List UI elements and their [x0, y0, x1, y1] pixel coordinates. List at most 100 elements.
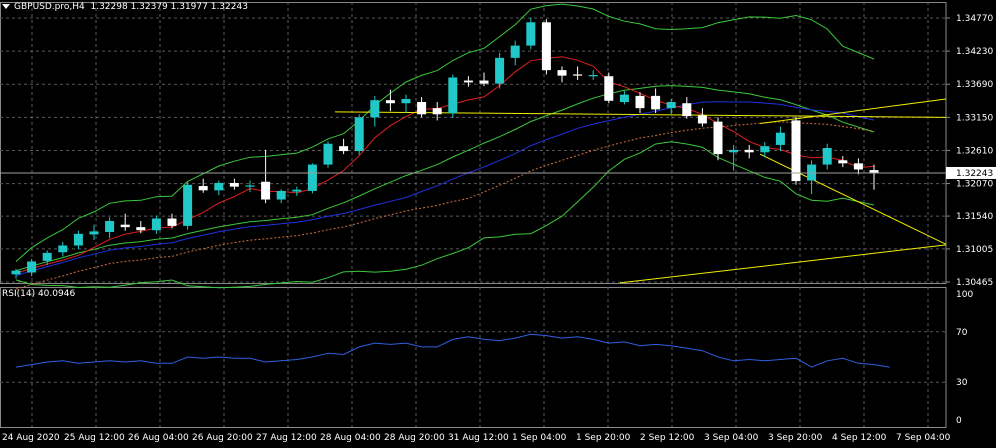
- bollinger-middle-line: [15, 85, 875, 272]
- symbol-label: GBPUSD.pro,H4: [14, 2, 85, 12]
- candle-body: [432, 108, 442, 115]
- trendline-down: [759, 153, 947, 245]
- time-axis-label: 2 Sep 12:00: [640, 433, 695, 443]
- rsi-line: [15, 333, 890, 368]
- candle-body: [401, 98, 411, 104]
- dropdown-triangle-icon[interactable]: [2, 4, 10, 9]
- candle-body: [151, 218, 161, 231]
- candle-body: [417, 102, 427, 115]
- candle-body: [838, 160, 848, 164]
- rsi-axis-label: 0: [956, 416, 962, 426]
- bollinger-upper-line: [15, 3, 875, 262]
- candle-body: [214, 182, 224, 191]
- time-axis-label: 24 Aug 2020: [2, 433, 60, 443]
- candle-body: [292, 189, 302, 192]
- time-axis-label: 26 Aug 04:00: [128, 433, 189, 443]
- moving-average-blue-line: [15, 101, 875, 277]
- candle-body: [463, 80, 473, 83]
- candle-body: [27, 261, 37, 273]
- time-axis-label: 28 Aug 20:00: [384, 433, 445, 443]
- time-axis-label: 26 Aug 20:00: [192, 433, 253, 443]
- time-axis-label: 28 Aug 04:00: [320, 433, 381, 443]
- candle-body: [448, 77, 458, 114]
- candle-body: [666, 102, 676, 109]
- price-axis-label: 1.31540: [956, 212, 993, 222]
- rsi-header: RSI(14) 40.0946: [2, 289, 75, 299]
- candle-body: [339, 146, 349, 152]
- candle-body: [635, 95, 645, 109]
- candle-body: [385, 100, 395, 104]
- candle-body: [744, 149, 754, 153]
- bollinger-lower-line: [15, 141, 875, 289]
- ohlc-readout: 1.32298 1.32379 1.31977 1.32243: [90, 2, 248, 12]
- rsi-axis-label: 70: [956, 328, 968, 338]
- candle-body: [588, 75, 598, 77]
- candle-body: [89, 231, 99, 235]
- candle-body: [541, 22, 551, 71]
- time-axis-label: 3 Sep 04:00: [704, 433, 759, 443]
- candle-body: [713, 121, 723, 155]
- time-axis-label: 1 Sep 04:00: [512, 433, 567, 443]
- candle-body: [11, 270, 21, 275]
- candle-body: [183, 184, 193, 226]
- time-axis-label: 1 Sep 20:00: [576, 433, 631, 443]
- time-axis-label: 7 Sep 04:00: [896, 433, 951, 443]
- price-axis-label: 1.33150: [956, 113, 993, 123]
- time-axis-label: 4 Sep 12:00: [832, 433, 887, 443]
- price-axis-label: 1.34770: [956, 14, 993, 24]
- price-axis-label: 1.32610: [956, 146, 993, 156]
- candle-body: [167, 218, 177, 226]
- current-price-label: 1.32243: [956, 169, 993, 179]
- price-axis-label: 1.31005: [956, 245, 993, 255]
- candle-body: [261, 181, 271, 200]
- time-axis-label: 31 Aug 12:00: [448, 433, 509, 443]
- candle-body: [42, 252, 52, 261]
- candle-body: [105, 220, 115, 233]
- candle-body: [573, 74, 583, 76]
- rsi-panel-frame: [0, 287, 947, 428]
- candle-body: [729, 149, 739, 153]
- candle-body: [136, 227, 146, 231]
- candle-body: [619, 94, 629, 103]
- candle-body: [697, 115, 707, 124]
- candle-body: [323, 143, 333, 165]
- candle-body: [682, 103, 692, 117]
- candle-body: [276, 190, 286, 200]
- candle-body: [495, 57, 505, 84]
- price-axis-label: 1.33690: [956, 80, 993, 90]
- time-axis-label: 27 Aug 12:00: [256, 433, 317, 443]
- candle-body: [775, 132, 785, 145]
- candle-body: [760, 146, 770, 153]
- chart-header: GBPUSD.pro,H4 1.32298 1.32379 1.31977 1.…: [2, 2, 248, 12]
- candle-body: [557, 70, 567, 76]
- candle-body: [58, 245, 68, 253]
- candle-body: [510, 45, 520, 58]
- candle-body: [822, 148, 832, 165]
- candle-body: [245, 185, 255, 187]
- price-axis-label: 1.34230: [956, 47, 993, 57]
- candle-body: [604, 76, 614, 101]
- trendline-low: [619, 244, 947, 284]
- candle-body: [120, 224, 130, 228]
- candle-body: [229, 182, 239, 187]
- candle-body: [198, 186, 208, 191]
- price-axis-label: 1.30465: [956, 278, 993, 288]
- candle-body: [651, 95, 661, 110]
- candle-body: [370, 100, 380, 118]
- ichimoku-cloud-line: [15, 121, 875, 290]
- trading-chart-window[interactable]: 1.34770 1.34230 1.33690 1.33150 1.32610 1.320…: [0, 0, 996, 448]
- candle-body: [479, 80, 489, 84]
- candle-body: [853, 163, 863, 170]
- time-axis-label: 3 Sep 20:00: [768, 433, 823, 443]
- candle-body: [354, 117, 364, 152]
- chart-canvas[interactable]: 1.34770 1.34230 1.33690 1.33150 1.32610 1.320…: [0, 0, 996, 448]
- candle-body: [73, 233, 83, 246]
- candle-body: [526, 22, 536, 46]
- candle-body: [791, 120, 801, 182]
- rsi-axis-label: 100: [956, 290, 973, 300]
- rsi-axis-label: 30: [956, 378, 968, 388]
- price-axis-label: 1.32070: [956, 180, 993, 190]
- rsi-label: RSI(14) 40.0946: [2, 289, 76, 299]
- time-axis-label: 25 Aug 12:00: [64, 433, 125, 443]
- candle-body: [307, 164, 317, 191]
